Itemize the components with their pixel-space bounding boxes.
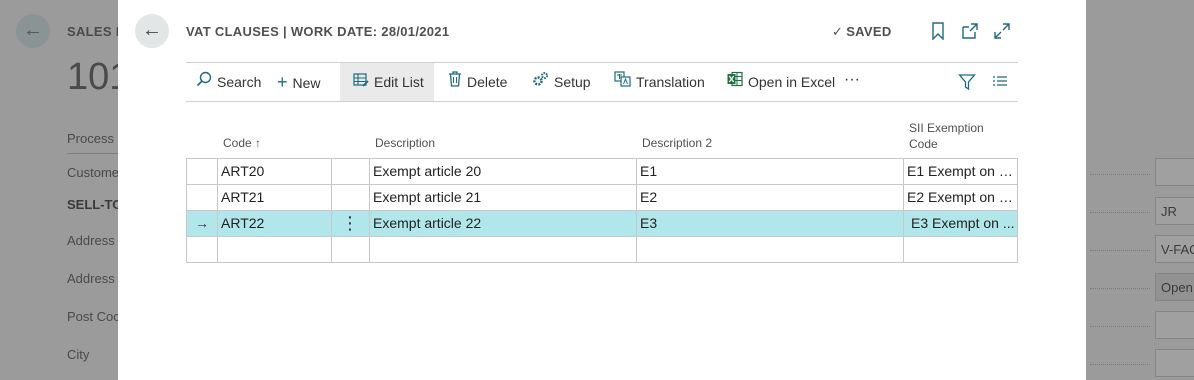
background-field: Open xyxy=(1155,273,1194,301)
background-tab-process: Process xyxy=(67,131,114,146)
row-selector-cell[interactable] xyxy=(186,159,217,184)
page-title: VAT CLAUSES | WORK DATE: 28/01/2021 xyxy=(186,24,450,39)
background-back-arrow-icon: ← xyxy=(16,14,50,48)
expand-icon[interactable] xyxy=(992,22,1012,42)
table-row[interactable]: ART20 Exempt article 20 E1 E1 Exempt on … xyxy=(186,159,1018,185)
background-field-label: City xyxy=(67,347,90,362)
open-in-excel-label: Open in Excel xyxy=(748,74,836,90)
translation-label: Translation xyxy=(636,74,705,90)
code-cell[interactable] xyxy=(217,237,331,262)
more-options-icon[interactable]: ··· xyxy=(844,63,860,101)
search-button[interactable]: Search xyxy=(196,63,261,101)
saved-label: SAVED xyxy=(846,24,892,39)
background-page-title: SALES I xyxy=(67,24,120,39)
background-field: JR xyxy=(1155,197,1194,225)
background-dotted-leader xyxy=(1090,250,1150,251)
search-icon xyxy=(196,63,212,101)
open-in-excel-button[interactable]: Open in Excel xyxy=(727,63,835,101)
background-field-label: Custome xyxy=(67,165,120,180)
code-cell[interactable]: ART22 xyxy=(217,211,331,236)
background-field xyxy=(1155,349,1194,377)
trash-icon xyxy=(448,63,462,101)
row-actions-cell[interactable] xyxy=(331,237,369,262)
filter-icon[interactable] xyxy=(958,63,976,101)
sii-exemption-code-cell[interactable]: E2 Exempt on a... xyxy=(903,185,1018,210)
code-cell[interactable]: ART21 xyxy=(217,185,331,210)
background-dotted-leader xyxy=(1090,212,1150,213)
action-bar: Search + New Edit List Delete Setup Trans… xyxy=(186,62,1018,102)
background-field-label: Post Coc xyxy=(67,309,120,324)
description-cell[interactable]: Exempt article 22 xyxy=(369,211,636,236)
column-header-sii-line2: Code xyxy=(909,137,938,151)
bookmark-icon[interactable] xyxy=(928,22,948,42)
row-actions-cell[interactable] xyxy=(331,159,369,184)
excel-icon xyxy=(727,63,743,101)
description-cell[interactable]: Exempt article 20 xyxy=(369,159,636,184)
description-cell[interactable] xyxy=(369,237,636,262)
delete-button[interactable]: Delete xyxy=(448,63,507,101)
row-selector-cell[interactable] xyxy=(186,237,217,262)
delete-label: Delete xyxy=(467,74,508,90)
table-row-selected[interactable]: → ART22 ⋮ Exempt article 22 E3 E3 Exempt… xyxy=(186,211,1018,237)
background-field: V-FAC xyxy=(1155,235,1194,263)
background-field-label: Address xyxy=(67,271,115,286)
plus-icon: + xyxy=(277,72,288,92)
table-row[interactable]: ART21 Exempt article 21 E2 E2 Exempt on … xyxy=(186,185,1018,211)
edit-list-icon xyxy=(353,63,369,101)
back-arrow-icon[interactable]: ← xyxy=(135,14,169,48)
background-dotted-leader xyxy=(1090,326,1150,327)
translation-button[interactable]: Translation xyxy=(614,63,705,101)
background-section-title: SELL-TO xyxy=(67,197,123,212)
column-header-description[interactable]: Description xyxy=(375,136,435,150)
saved-status: ✓ SAVED xyxy=(832,24,892,40)
edit-list-label: Edit List xyxy=(374,74,424,90)
open-new-window-icon[interactable] xyxy=(960,22,980,42)
description-2-cell[interactable]: E3 xyxy=(636,211,903,236)
new-button[interactable]: + New xyxy=(277,63,321,101)
setup-label: Setup xyxy=(554,74,591,90)
checkmark-icon: ✓ xyxy=(832,24,844,39)
table-row-new[interactable] xyxy=(186,237,1018,263)
current-row-arrow-icon: → xyxy=(195,215,209,231)
setup-button[interactable]: Setup xyxy=(532,63,591,101)
code-cell[interactable]: ART20 xyxy=(217,159,331,184)
description-cell[interactable]: Exempt article 21 xyxy=(369,185,636,210)
background-field xyxy=(1155,311,1194,339)
background-field xyxy=(1155,158,1194,186)
sii-exemption-code-cell[interactable] xyxy=(903,237,1018,262)
column-header-sii-exemption-code[interactable]: SII Exemption Code xyxy=(909,120,984,152)
list-view-icon[interactable] xyxy=(992,63,1008,101)
description-2-cell[interactable]: E2 xyxy=(636,185,903,210)
row-actions-menu-icon[interactable]: ⋮ xyxy=(341,211,359,236)
background-dotted-leader xyxy=(1090,174,1150,175)
vat-clauses-dialog: ← VAT CLAUSES | WORK DATE: 28/01/2021 ✓ S… xyxy=(118,0,1086,380)
column-header-sii-line1: SII Exemption xyxy=(909,121,984,135)
vat-clauses-grid: ART20 Exempt article 20 E1 E1 Exempt on … xyxy=(186,158,1018,263)
row-actions-cell[interactable] xyxy=(331,185,369,210)
translation-icon xyxy=(614,63,631,101)
column-header-description-2[interactable]: Description 2 xyxy=(642,136,712,150)
new-label: New xyxy=(292,75,321,91)
sii-exemption-code-cell[interactable]: E3 Exempt on ... xyxy=(903,211,1018,236)
column-header-code[interactable]: Code ↑ xyxy=(223,136,261,150)
description-2-cell[interactable] xyxy=(636,237,903,262)
edit-list-button[interactable]: Edit List xyxy=(340,63,434,101)
sii-exemption-code-cell[interactable]: E1 Exempt on a... xyxy=(903,159,1018,184)
gears-icon xyxy=(532,63,549,101)
row-selector-cell[interactable] xyxy=(186,185,217,210)
background-dotted-leader xyxy=(1090,288,1150,289)
description-2-cell[interactable]: E1 xyxy=(636,159,903,184)
background-dotted-leader xyxy=(1090,364,1150,365)
background-field-label: Address xyxy=(67,233,115,248)
search-label: Search xyxy=(217,74,262,90)
